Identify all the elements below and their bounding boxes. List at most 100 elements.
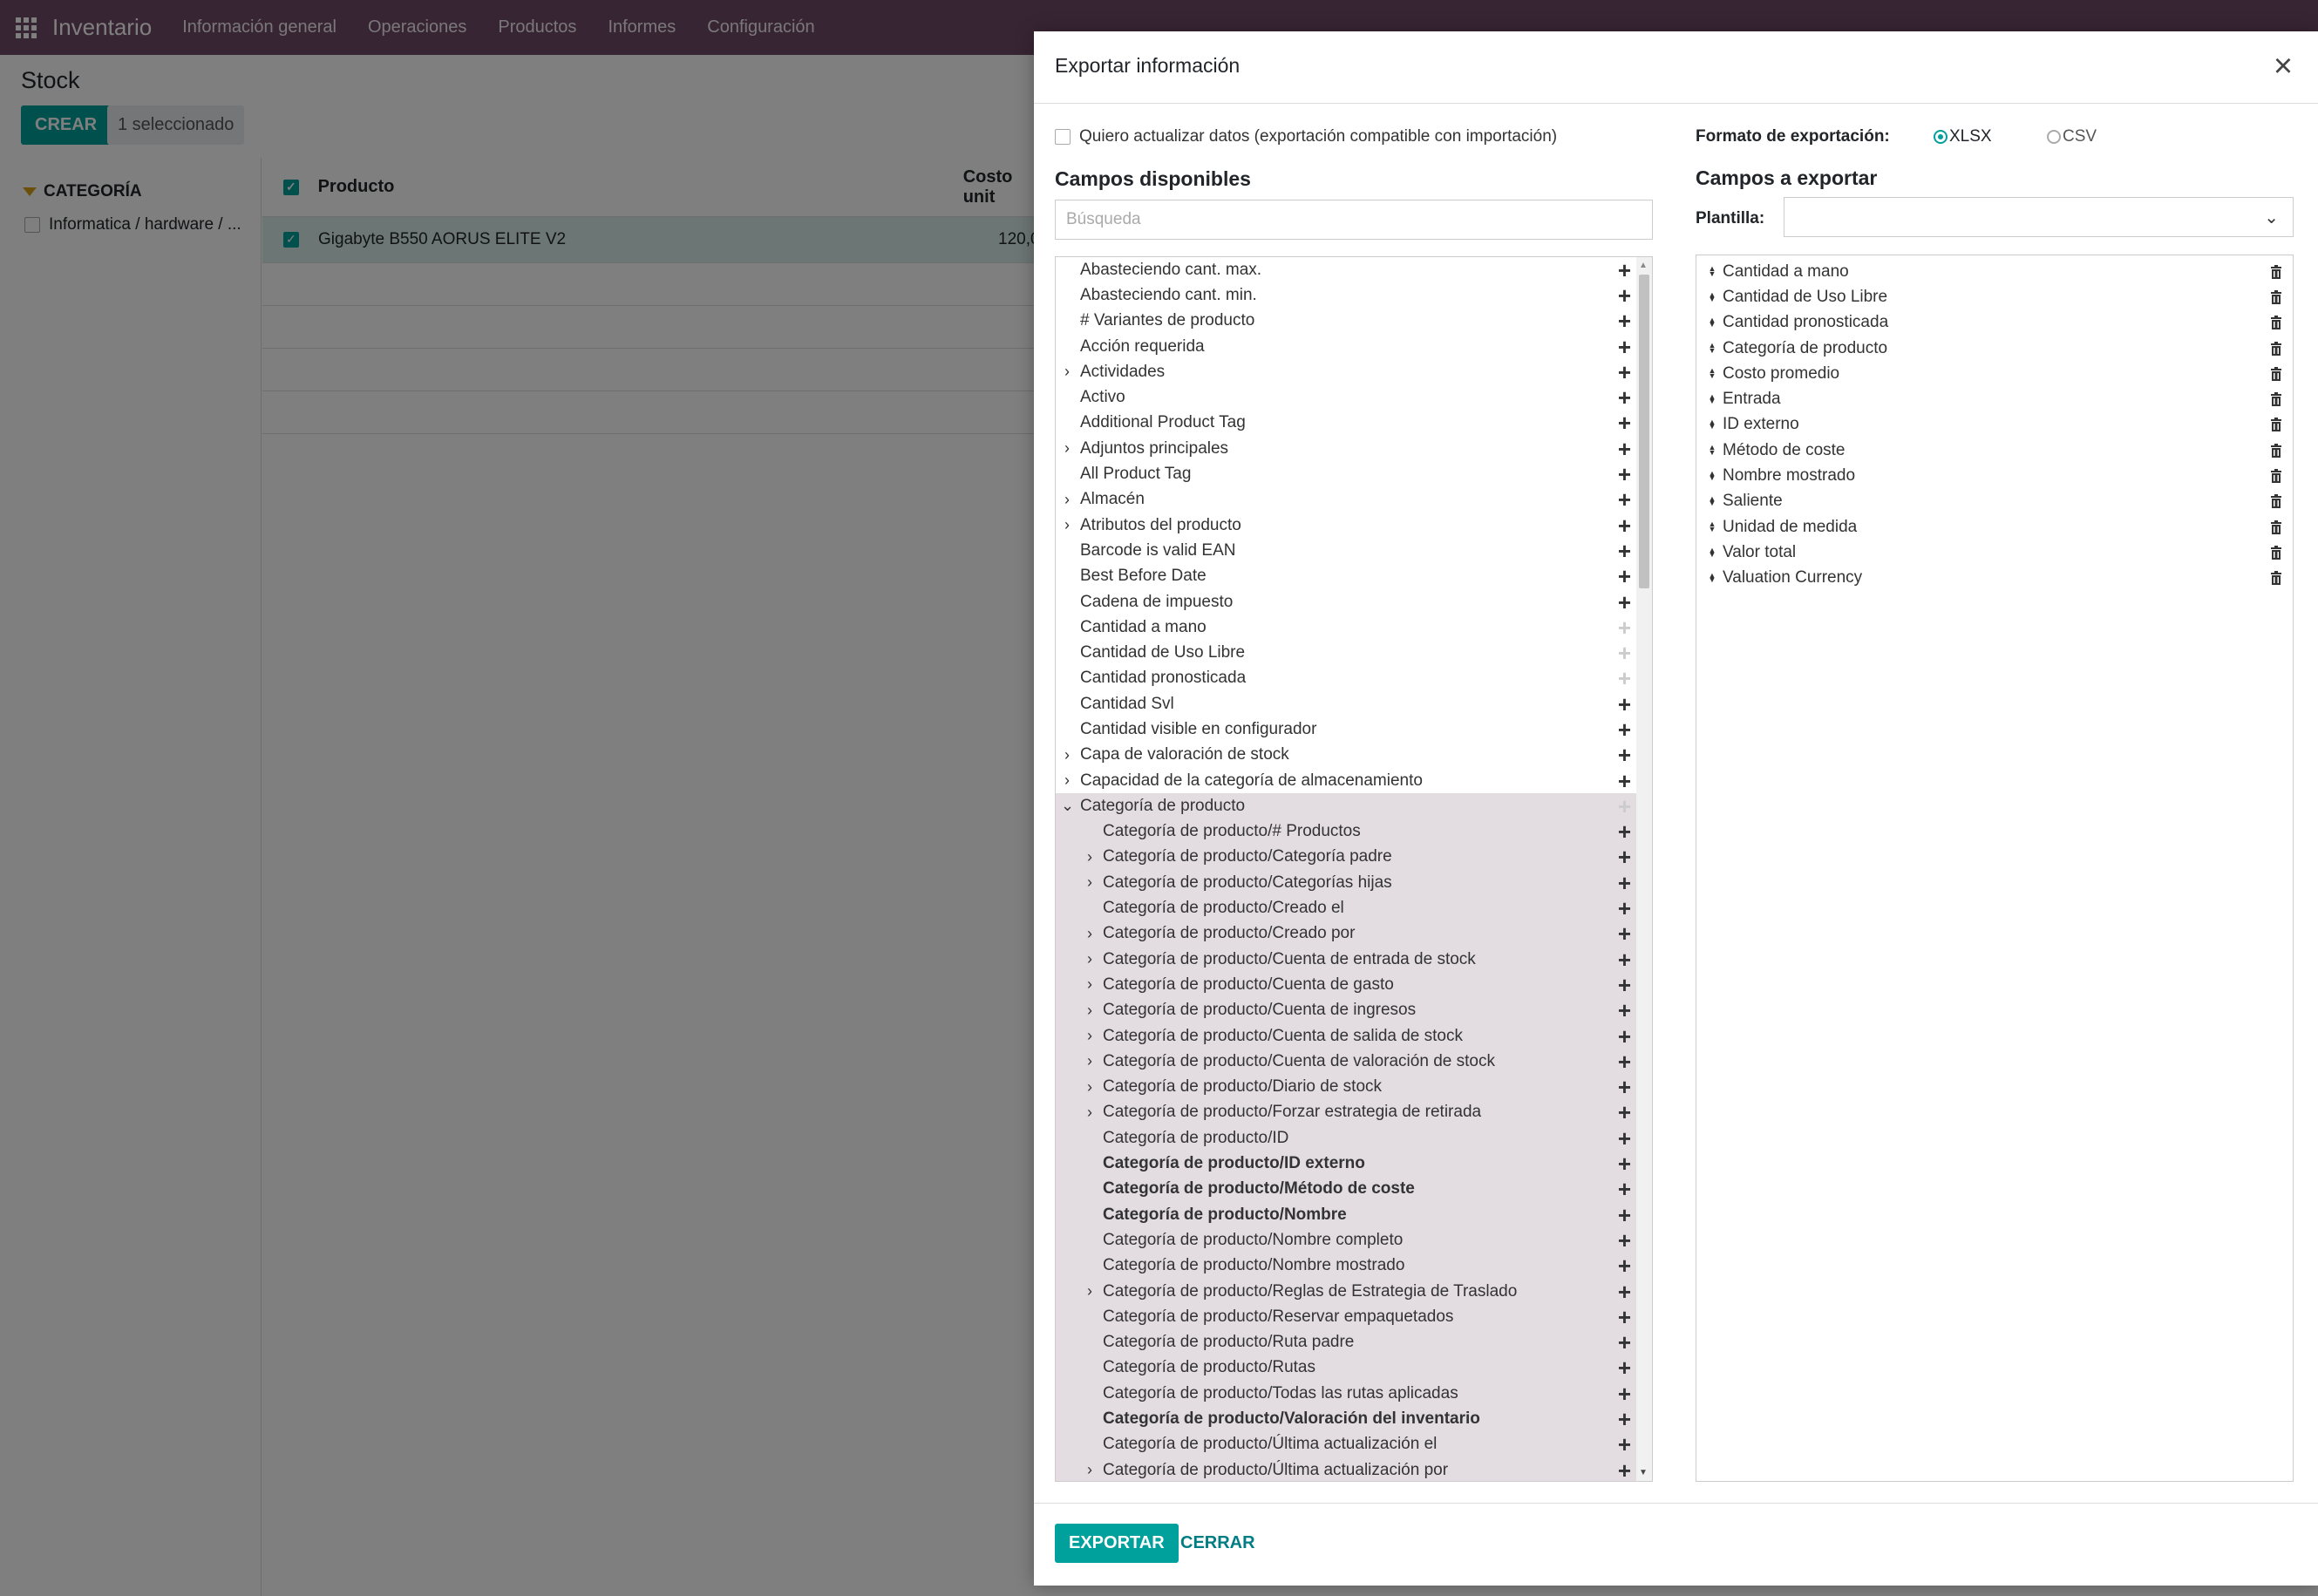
add-field-icon[interactable]: + <box>1618 1408 1631 1430</box>
drag-sort-icon[interactable]: ▲ ▼ <box>1707 469 1717 482</box>
field-row[interactable]: Categoría de producto/ID + <box>1056 1125 1652 1151</box>
csv-radio[interactable] <box>2047 130 2061 144</box>
trash-icon[interactable] <box>2270 494 2282 509</box>
field-row[interactable]: Best Before Date + <box>1056 564 1652 589</box>
scroll-up-icon[interactable]: ▲ <box>1639 261 1648 270</box>
add-field-icon[interactable]: + <box>1618 897 1631 920</box>
add-field-icon[interactable]: + <box>1618 1076 1631 1098</box>
add-field-icon[interactable]: + <box>1618 386 1631 409</box>
drag-sort-icon[interactable]: ▲ ▼ <box>1707 520 1717 533</box>
field-row[interactable]: Categoría de producto/Nombre completo + <box>1056 1227 1652 1253</box>
add-field-icon[interactable]: + <box>1618 999 1631 1022</box>
drag-sort-icon[interactable]: ▲ ▼ <box>1707 418 1717 431</box>
drag-sort-icon[interactable]: ▲ ▼ <box>1707 316 1717 329</box>
field-row[interactable]: › Categoría de producto/Cuenta de gasto + <box>1056 972 1652 998</box>
export-field-row[interactable]: ▲ ▼ Saliente <box>1696 489 2293 514</box>
field-row[interactable]: Categoría de producto/ID externo + <box>1056 1151 1652 1177</box>
field-row[interactable]: All Product Tag + <box>1056 461 1652 486</box>
add-field-icon[interactable]: + <box>1618 336 1631 358</box>
trash-icon[interactable] <box>2270 316 2282 330</box>
field-row[interactable]: › Categoría de producto/Cuenta de ingreso… <box>1056 997 1652 1023</box>
add-field-icon[interactable]: + <box>1618 872 1631 894</box>
field-row[interactable]: › Atributos del producto + <box>1056 513 1652 538</box>
add-field-icon[interactable]: + <box>1618 488 1631 511</box>
export-field-row[interactable]: ▲ ▼ Unidad de medida <box>1696 514 2293 540</box>
add-field-icon[interactable]: + <box>1618 1254 1631 1277</box>
drag-sort-icon[interactable]: ▲ ▼ <box>1707 546 1717 559</box>
add-field-icon[interactable]: + <box>1618 642 1631 664</box>
scrollbar[interactable]: ▲ ▼ <box>1636 257 1652 1481</box>
field-row[interactable]: Categoría de producto/Valoración del inv… <box>1056 1406 1652 1432</box>
add-field-icon[interactable]: + <box>1618 565 1631 587</box>
drag-sort-icon[interactable]: ▲ ▼ <box>1707 392 1717 405</box>
export-field-row[interactable]: ▲ ▼ ID externo <box>1696 412 2293 438</box>
chevron-right-icon[interactable]: › <box>1084 1027 1096 1045</box>
drag-sort-icon[interactable]: ▲ ▼ <box>1707 571 1717 584</box>
import-compat-option[interactable]: Quiero actualizar datos (exportación com… <box>1055 127 1557 146</box>
chevron-right-icon[interactable]: › <box>1061 363 1073 381</box>
add-field-icon[interactable]: + <box>1618 820 1631 843</box>
trash-icon[interactable] <box>2270 469 2282 484</box>
field-row[interactable]: Abasteciendo cant. min. + <box>1056 282 1652 308</box>
add-field-icon[interactable]: + <box>1618 1101 1631 1124</box>
export-field-row[interactable]: ▲ ▼ Cantidad de Uso Libre <box>1696 284 2293 309</box>
drag-sort-icon[interactable]: ▲ ▼ <box>1707 264 1717 277</box>
trash-icon[interactable] <box>2270 289 2282 304</box>
trash-icon[interactable] <box>2270 366 2282 381</box>
add-field-icon[interactable]: + <box>1618 1331 1631 1354</box>
chevron-right-icon[interactable]: › <box>1061 439 1073 458</box>
field-row[interactable]: Categoría de producto/Todas las rutas ap… <box>1056 1381 1652 1407</box>
export-field-row[interactable]: ▲ ▼ Costo promedio <box>1696 361 2293 386</box>
field-row[interactable]: Cantidad pronosticada + <box>1056 666 1652 691</box>
add-field-icon[interactable]: + <box>1618 463 1631 486</box>
field-row[interactable]: › Categoría de producto/Cuenta de salida … <box>1056 1022 1652 1049</box>
format-xlsx-option[interactable]: XLSX <box>1934 127 1992 146</box>
trash-icon[interactable] <box>2270 392 2282 407</box>
export-field-row[interactable]: ▲ ▼ Cantidad a mano <box>1696 259 2293 284</box>
import-compat-checkbox[interactable] <box>1055 129 1071 145</box>
trash-icon[interactable] <box>2270 418 2282 432</box>
chevron-right-icon[interactable]: › <box>1061 516 1073 534</box>
field-row[interactable]: Categoría de producto/# Productos + <box>1056 818 1652 845</box>
field-row[interactable]: › Categoría de producto/Cuenta de valorac… <box>1056 1049 1652 1075</box>
field-search-input[interactable] <box>1055 200 1653 240</box>
chevron-right-icon[interactable]: › <box>1084 1052 1096 1070</box>
add-field-icon[interactable]: + <box>1618 361 1631 384</box>
add-field-icon[interactable]: + <box>1618 795 1631 818</box>
add-field-icon[interactable]: + <box>1618 1459 1631 1481</box>
field-row[interactable]: Cantidad visible en configurador + <box>1056 717 1652 742</box>
export-button[interactable]: EXPORTAR <box>1055 1524 1179 1563</box>
add-field-icon[interactable]: + <box>1618 718 1631 741</box>
drag-sort-icon[interactable]: ▲ ▼ <box>1707 494 1717 507</box>
chevron-right-icon[interactable]: › <box>1061 771 1073 790</box>
add-field-icon[interactable]: + <box>1618 438 1631 460</box>
field-row[interactable]: Acción requerida + <box>1056 334 1652 359</box>
field-row[interactable]: › Categoría de producto/Creado por + <box>1056 920 1652 947</box>
template-select[interactable]: ⌄ <box>1784 197 2294 237</box>
drag-sort-icon[interactable]: ▲ ▼ <box>1707 367 1717 380</box>
export-field-row[interactable]: ▲ ▼ Nombre mostrado <box>1696 463 2293 488</box>
field-row[interactable]: › Almacén + <box>1056 487 1652 513</box>
close-icon[interactable]: × <box>2266 49 2301 84</box>
chevron-right-icon[interactable]: › <box>1061 491 1073 509</box>
add-field-icon[interactable]: + <box>1618 1025 1631 1048</box>
add-field-icon[interactable]: + <box>1618 1050 1631 1073</box>
field-row[interactable]: # Variantes de producto + <box>1056 309 1652 334</box>
export-field-row[interactable]: ▲ ▼ Valuation Currency <box>1696 566 2293 591</box>
field-row[interactable]: › Capa de valoración de stock + <box>1056 743 1652 768</box>
field-row[interactable]: › Actividades + <box>1056 359 1652 384</box>
format-csv-option[interactable]: CSV <box>2047 127 2097 146</box>
trash-icon[interactable] <box>2270 571 2282 586</box>
field-row[interactable]: Cadena de impuesto + <box>1056 589 1652 615</box>
trash-icon[interactable] <box>2270 545 2282 560</box>
trash-icon[interactable] <box>2270 443 2282 458</box>
field-row[interactable]: Activo + <box>1056 384 1652 410</box>
add-field-icon[interactable]: + <box>1618 1127 1631 1150</box>
chevron-right-icon[interactable]: › <box>1084 975 1096 994</box>
add-field-icon[interactable]: + <box>1618 1178 1631 1200</box>
export-field-row[interactable]: ▲ ▼ Cantidad pronosticada <box>1696 310 2293 336</box>
add-field-icon[interactable]: + <box>1618 309 1631 332</box>
export-field-row[interactable]: ▲ ▼ Categoría de producto <box>1696 336 2293 361</box>
trash-icon[interactable] <box>2270 264 2282 279</box>
scroll-down-icon[interactable]: ▼ <box>1639 1468 1648 1477</box>
